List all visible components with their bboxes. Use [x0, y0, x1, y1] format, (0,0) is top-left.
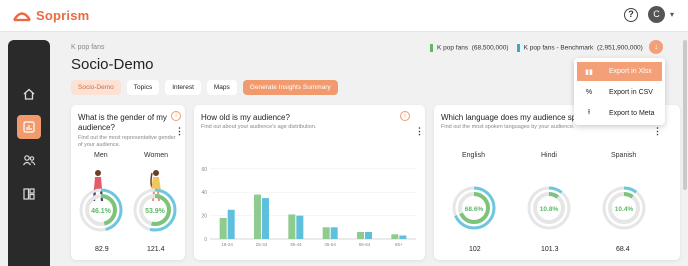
x-tick-label: 65+ — [395, 242, 403, 247]
legend-item-audience: K pop fans (68,500,000) — [430, 44, 509, 52]
sidebar — [8, 40, 50, 266]
language-label: English — [462, 152, 485, 159]
bar-benchmark-55-64 — [365, 231, 372, 239]
export-menu: ▮▮ Export in Xlsx % Export in CSV ⭱ Export … — [574, 58, 665, 125]
sidebar-item-dashboard[interactable] — [17, 182, 41, 206]
men-value: 82.9 — [95, 246, 109, 253]
english-value: 102 — [469, 246, 481, 253]
women-donut: 53.9% — [133, 170, 177, 232]
more-options-icon[interactable]: ⋮ — [175, 126, 184, 137]
language-card-title: Which language does my audience speak — [441, 113, 577, 122]
export-xlsx-item[interactable]: ▮▮ Export in Xlsx — [577, 62, 662, 81]
language-card-subtitle: Find out the most spoken languages by yo… — [441, 124, 575, 130]
gender-card: What is the gender of my audience? Find … — [71, 105, 185, 260]
x-tick-label: 25-34 — [256, 242, 268, 247]
age-card-title: How old is my audience? — [201, 113, 290, 122]
men-donut: 46.1% — [79, 170, 123, 232]
bar-audience-55-64 — [357, 231, 364, 239]
top-bar: Soprism ? C ▾ — [0, 0, 688, 32]
women-label: Women — [144, 152, 168, 159]
info-icon[interactable]: i — [171, 111, 181, 121]
more-options-icon[interactable]: ⋮ — [415, 126, 424, 137]
export-meta-item[interactable]: ⭱ Export to Meta — [577, 104, 662, 123]
sidebar-item-audience[interactable] — [17, 148, 41, 172]
y-tick-label: 40 — [201, 190, 207, 196]
y-tick-label: 0 — [204, 237, 207, 243]
breadcrumb[interactable]: K pop fans — [71, 44, 104, 51]
sidebar-item-home[interactable] — [17, 82, 41, 106]
tab-topics[interactable]: Topics — [126, 80, 160, 95]
men-label: Men — [94, 152, 108, 159]
tab-bar: Socio-Demo Topics Interest Maps Generate… — [71, 80, 338, 95]
age-card-subtitle: Find out about your audience's age distr… — [201, 124, 317, 130]
tab-maps[interactable]: Maps — [206, 80, 237, 95]
bar-audience-25-34 — [254, 194, 261, 239]
more-options-icon[interactable]: ⋮ — [653, 126, 662, 137]
bar-audience-18-24 — [219, 217, 227, 239]
avatar[interactable]: C — [648, 6, 665, 23]
scrollbar[interactable] — [683, 40, 687, 190]
percent-icon: % — [585, 89, 593, 96]
gender-card-title: What is the gender of my audience? — [78, 113, 167, 132]
bar-icon: ▮▮ — [585, 68, 593, 76]
x-tick-label: 55-64 — [359, 242, 371, 247]
men-pct: 46.1% — [91, 208, 112, 215]
logo[interactable]: Soprism — [12, 8, 89, 23]
bar-benchmark-35-44 — [296, 215, 304, 239]
generate-insights-button[interactable]: Generate Insights Summary — [242, 80, 338, 95]
hindi-value: 101.3 — [541, 246, 559, 253]
tab-socio-demo[interactable]: Socio-Demo — [71, 80, 121, 95]
x-tick-label: 35-44 — [290, 242, 302, 247]
age-card: How old is my audience? Find out about y… — [194, 105, 425, 260]
women-value: 121.4 — [147, 246, 165, 253]
chevron-down-icon[interactable]: ▾ — [670, 10, 674, 19]
bar-audience-45-54 — [322, 227, 330, 239]
english-donut: 68.6% — [452, 186, 496, 230]
x-tick-label: 45-54 — [324, 242, 336, 247]
language-label: Spanish — [611, 152, 637, 159]
spanish-pct: 10.4% — [615, 206, 634, 213]
dashboard-icon — [23, 188, 35, 200]
bar-audience-35-44 — [288, 214, 296, 239]
sidebar-item-socio-demo[interactable] — [17, 115, 41, 139]
users-icon — [23, 155, 36, 166]
language-card: Which language does my audience speak Fi… — [434, 105, 680, 260]
age-bar-chart: 0 20 40 60 18-24 25-34 35-44 45-54 55-64 65+ — [201, 167, 416, 247]
bar-benchmark-65+ — [399, 235, 407, 239]
logo-icon — [12, 11, 32, 21]
help-icon[interactable]: ? — [624, 8, 638, 22]
app-name: Soprism — [36, 8, 90, 23]
info-icon[interactable]: i — [400, 111, 410, 121]
home-icon — [23, 88, 35, 100]
bar-benchmark-45-54 — [330, 227, 338, 239]
export-csv-item[interactable]: % Export in CSV — [577, 83, 662, 102]
spanish-value: 68.4 — [616, 246, 630, 253]
legend-item-benchmark: K pop fans - Benchmark (2,951,900,000) — [516, 44, 643, 52]
export-button[interactable]: ↓ — [649, 40, 663, 54]
upload-icon: ⭱ — [587, 109, 591, 116]
bar-benchmark-25-34 — [262, 198, 269, 239]
bar-benchmark-18-24 — [227, 209, 235, 239]
x-tick-label: 18-24 — [221, 242, 233, 247]
women-pct: 53.9% — [145, 208, 166, 215]
y-tick-label: 20 — [201, 214, 207, 220]
bar-audience-65+ — [391, 234, 399, 239]
hindi-pct: 10.8% — [540, 206, 559, 213]
y-tick-label: 60 — [201, 167, 207, 173]
gender-card-subtitle: Find out the most representative gender … — [78, 135, 176, 148]
english-pct: 68.6% — [465, 206, 484, 213]
audience-legend: K pop fans (68,500,000) K pop fans - Ben… — [430, 44, 643, 52]
language-label: Hindi — [541, 152, 557, 159]
page-title: Socio-Demo — [71, 56, 154, 73]
hindi-donut: 10.8% — [527, 186, 571, 230]
tab-interest[interactable]: Interest — [165, 80, 201, 95]
bar-chart-icon — [23, 121, 35, 133]
spanish-donut: 10.4% — [602, 186, 646, 230]
